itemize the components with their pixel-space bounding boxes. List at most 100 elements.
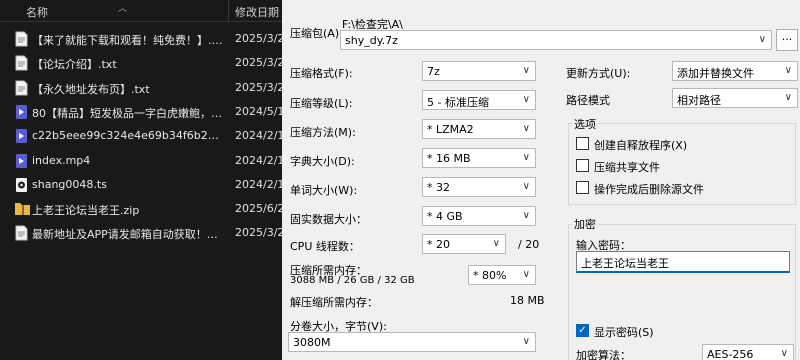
create-sfx-checkbox[interactable]: [576, 137, 589, 150]
solid-block-select[interactable]: * 4 GB ∨: [422, 206, 536, 226]
archive-label: 压缩包(A):: [290, 27, 343, 40]
file-row[interactable]: index.mp4 2024/2/1: [0, 149, 282, 173]
video-file-icon: [15, 128, 28, 144]
chevron-down-icon: ∨: [784, 65, 792, 76]
cpu-threads-select[interactable]: * 20 ∨: [422, 234, 506, 254]
cpu-threads-label: CPU 线程数：: [290, 240, 360, 253]
volume-size-value: 3080M: [293, 336, 331, 349]
file-name: 【论坛介绍】.txt: [32, 58, 117, 72]
solid-block-label: 固实数据大小：: [290, 213, 367, 226]
column-separator[interactable]: [228, 0, 229, 22]
format-label: 压缩格式(F):: [290, 67, 353, 80]
chevron-down-icon: ∨: [522, 181, 530, 192]
file-name: 【永久地址发布页】.txt: [32, 82, 150, 96]
add-to-archive-dialog: 压缩包(A): F:\检查完\A\ shy_dy.7z ∨ ... 压缩格式(F…: [282, 0, 800, 360]
file-name: 上老王论坛当老王.zip: [32, 204, 140, 218]
file-row[interactable]: c22b5eee99c324e4e69b34f6b274c25... 2024/2…: [0, 124, 282, 148]
file-row[interactable]: shang0048.ts 2024/2/1: [0, 173, 282, 197]
file-explorer: 名称 ︿ 修改日期 【来了就能下载和观看！纯免费！】.txt 2025/3/2 【论…: [0, 0, 282, 360]
file-modified-date: 2025/3/2: [235, 80, 282, 94]
archive-name-combo[interactable]: shy_dy.7z ∨: [340, 30, 772, 50]
path-mode-value: 相对路径: [677, 94, 721, 107]
file-modified-date: 2025/3/2: [235, 226, 282, 240]
chevron-down-icon: ∨: [492, 238, 500, 249]
encryption-method-value: AES-256: [707, 348, 754, 360]
file-modified-date: 2025/6/2: [235, 202, 282, 216]
password-value: 上老王论坛当老王: [581, 257, 669, 270]
column-header-modified-date[interactable]: 修改日期: [235, 4, 279, 20]
file-name: 80【精品】短发极品一字白虎嫩鲍，屁...: [32, 106, 224, 120]
word-size-select[interactable]: * 32 ∨: [422, 177, 536, 197]
delete-after-checkbox[interactable]: [576, 181, 589, 194]
file-name: 【来了就能下载和观看！纯免费！】.txt: [32, 34, 224, 47]
format-select[interactable]: 7z ∨: [422, 61, 536, 81]
file-name: index.mp4: [32, 153, 91, 167]
dictionary-label: 字典大小(D):: [290, 155, 355, 168]
show-password-checkbox[interactable]: ✓: [576, 324, 589, 337]
zip-file-icon: [15, 201, 30, 217]
file-row[interactable]: 上老王论坛当老王.zip 2025/6/2: [0, 197, 282, 221]
solid-block-value: * 4 GB: [427, 210, 463, 223]
column-header-name[interactable]: 名称: [26, 4, 48, 20]
chevron-down-icon: ∨: [522, 269, 530, 280]
show-password-label: 显示密码(S): [594, 326, 654, 339]
file-row[interactable]: 【论坛介绍】.txt 2025/3/2: [0, 51, 282, 75]
format-value: 7z: [427, 65, 440, 78]
browse-button[interactable]: ...: [776, 29, 798, 51]
decompress-memory-label: 解压缩所需内存：: [290, 296, 378, 309]
file-modified-date: 2024/2/1: [235, 177, 282, 191]
text-file-icon: [15, 225, 28, 241]
file-modified-date: 2025/3/2: [235, 32, 282, 45]
file-list-header: 名称 ︿ 修改日期: [0, 0, 282, 22]
options-group-title: 选项: [572, 116, 598, 132]
chevron-down-icon: ∨: [522, 94, 530, 105]
sort-chevron-up-icon: ︿: [118, 4, 128, 14]
compress-shared-label: 压缩共享文件: [594, 161, 660, 174]
video-file-icon: [15, 104, 28, 120]
file-name: 最新地址及APP请发邮箱自动获取！！！...: [32, 228, 224, 242]
text-file-icon: [15, 31, 28, 47]
password-input[interactable]: 上老王论坛当老王: [576, 251, 790, 273]
word-size-label: 单词大小(W):: [290, 184, 358, 197]
word-size-value: * 32: [427, 181, 450, 194]
file-modified-date: 2025/3/2: [235, 56, 282, 70]
memory-usage-value: * 80%: [473, 269, 507, 282]
level-label: 压缩等级(L):: [290, 97, 353, 110]
decompress-memory-value: 18 MB: [510, 294, 545, 307]
volume-size-combo[interactable]: 3080M ∨: [288, 332, 536, 352]
text-file-icon: [15, 80, 28, 96]
update-mode-select[interactable]: 添加并替换文件 ∨: [672, 61, 798, 81]
chevron-down-icon: ∨: [522, 65, 530, 76]
file-row[interactable]: 【永久地址发布页】.txt 2025/3/2: [0, 76, 282, 100]
encryption-method-label: 加密算法：: [576, 349, 631, 360]
chevron-down-icon: ∨: [758, 34, 766, 45]
cpu-threads-total: / 20: [518, 238, 540, 251]
chevron-down-icon: ∨: [784, 92, 792, 103]
dictionary-value: * 16 MB: [427, 152, 471, 165]
file-name: shang0048.ts: [32, 177, 107, 191]
cpu-threads-value: * 20: [427, 238, 450, 251]
chevron-down-icon: ∨: [522, 210, 530, 221]
file-row[interactable]: 80【精品】短发极品一字白虎嫩鲍，屁... 2024/5/1: [0, 100, 282, 124]
file-row[interactable]: 【来了就能下载和观看！纯免费！】.txt 2025/3/2: [0, 27, 282, 51]
chevron-down-icon: ∨: [522, 123, 530, 134]
path-mode-select[interactable]: 相对路径 ∨: [672, 88, 798, 108]
level-select[interactable]: 5 - 标准压缩 ∨: [422, 90, 536, 110]
memory-usage-select[interactable]: * 80% ∨: [468, 265, 536, 285]
delete-after-label: 操作完成后删除源文件: [594, 183, 704, 196]
file-modified-date: 2024/2/1: [235, 153, 282, 167]
compress-shared-checkbox[interactable]: [576, 159, 589, 172]
file-name: c22b5eee99c324e4e69b34f6b274c25...: [32, 129, 224, 143]
encryption-group-title: 加密: [572, 216, 598, 232]
chevron-down-icon: ∨: [780, 348, 788, 359]
file-modified-date: 2024/5/1: [235, 104, 282, 118]
update-mode-label: 更新方式(U):: [566, 67, 631, 80]
level-value: 5 - 标准压缩: [427, 96, 489, 109]
ts-file-icon: [15, 177, 28, 193]
method-select[interactable]: * LZMA2 ∨: [422, 119, 536, 139]
dictionary-select[interactable]: * 16 MB ∨: [422, 148, 536, 168]
browse-button-label: ...: [781, 30, 793, 43]
text-file-icon: [15, 55, 28, 71]
encryption-method-select[interactable]: AES-256 ∨: [702, 344, 794, 360]
file-row[interactable]: 最新地址及APP请发邮箱自动获取！！！... 2025/3/2: [0, 221, 282, 245]
